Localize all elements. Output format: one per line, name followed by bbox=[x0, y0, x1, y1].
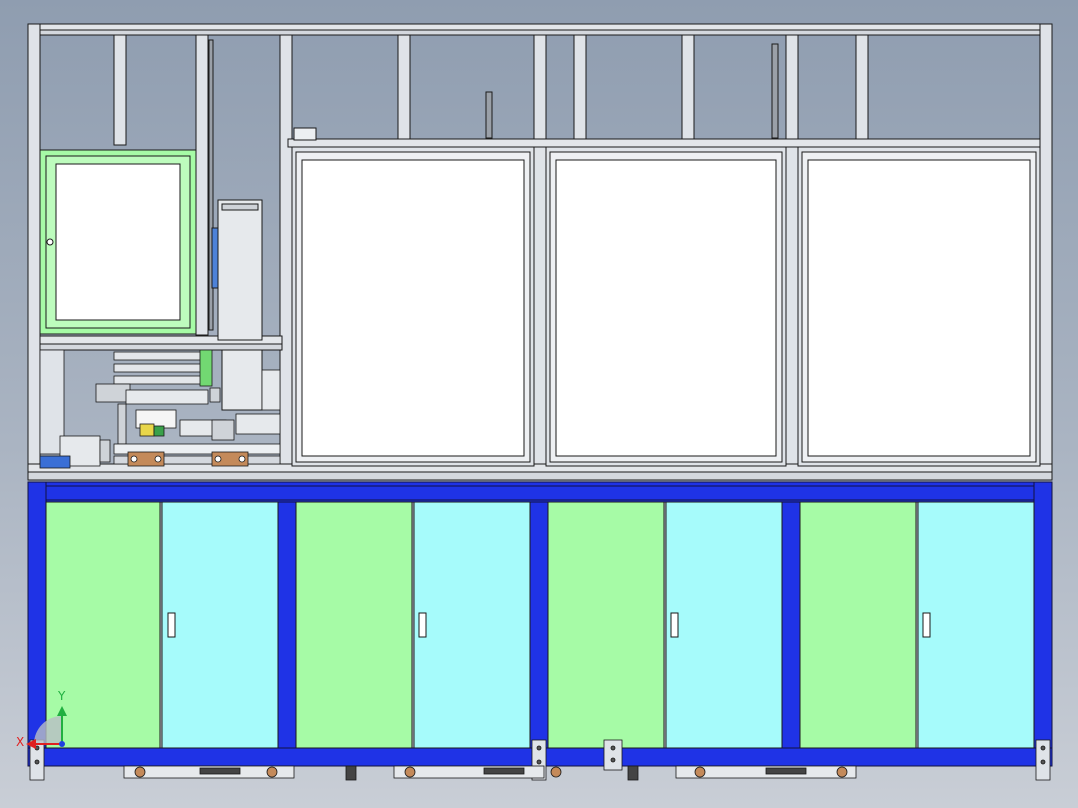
y-axis-label: Y bbox=[57, 689, 66, 703]
door-green-2[interactable] bbox=[295, 501, 413, 749]
door-green-3[interactable] bbox=[547, 501, 665, 749]
door-handle-2[interactable] bbox=[418, 612, 427, 638]
door-handle-4[interactable] bbox=[922, 612, 931, 638]
upper-panel-2[interactable] bbox=[545, 146, 787, 467]
door-handle-1[interactable] bbox=[167, 612, 176, 638]
box-latch-icon bbox=[46, 238, 54, 246]
cad-viewport[interactable]: Y X bbox=[0, 0, 1078, 808]
z-axis-dot bbox=[59, 741, 65, 747]
door-cyan-2[interactable] bbox=[413, 501, 531, 749]
x-axis-label: X bbox=[16, 735, 24, 749]
upper-panel-3[interactable] bbox=[797, 146, 1041, 467]
upper-panel-1[interactable] bbox=[291, 146, 535, 467]
upper-window-panels bbox=[291, 146, 1041, 467]
door-cyan-3[interactable] bbox=[665, 501, 783, 749]
door-handle-3[interactable] bbox=[670, 612, 679, 638]
door-green-4[interactable] bbox=[799, 501, 917, 749]
door-cyan-4[interactable] bbox=[917, 501, 1035, 749]
door-cyan-1[interactable] bbox=[161, 501, 279, 749]
electrical-control-box[interactable] bbox=[39, 149, 197, 335]
